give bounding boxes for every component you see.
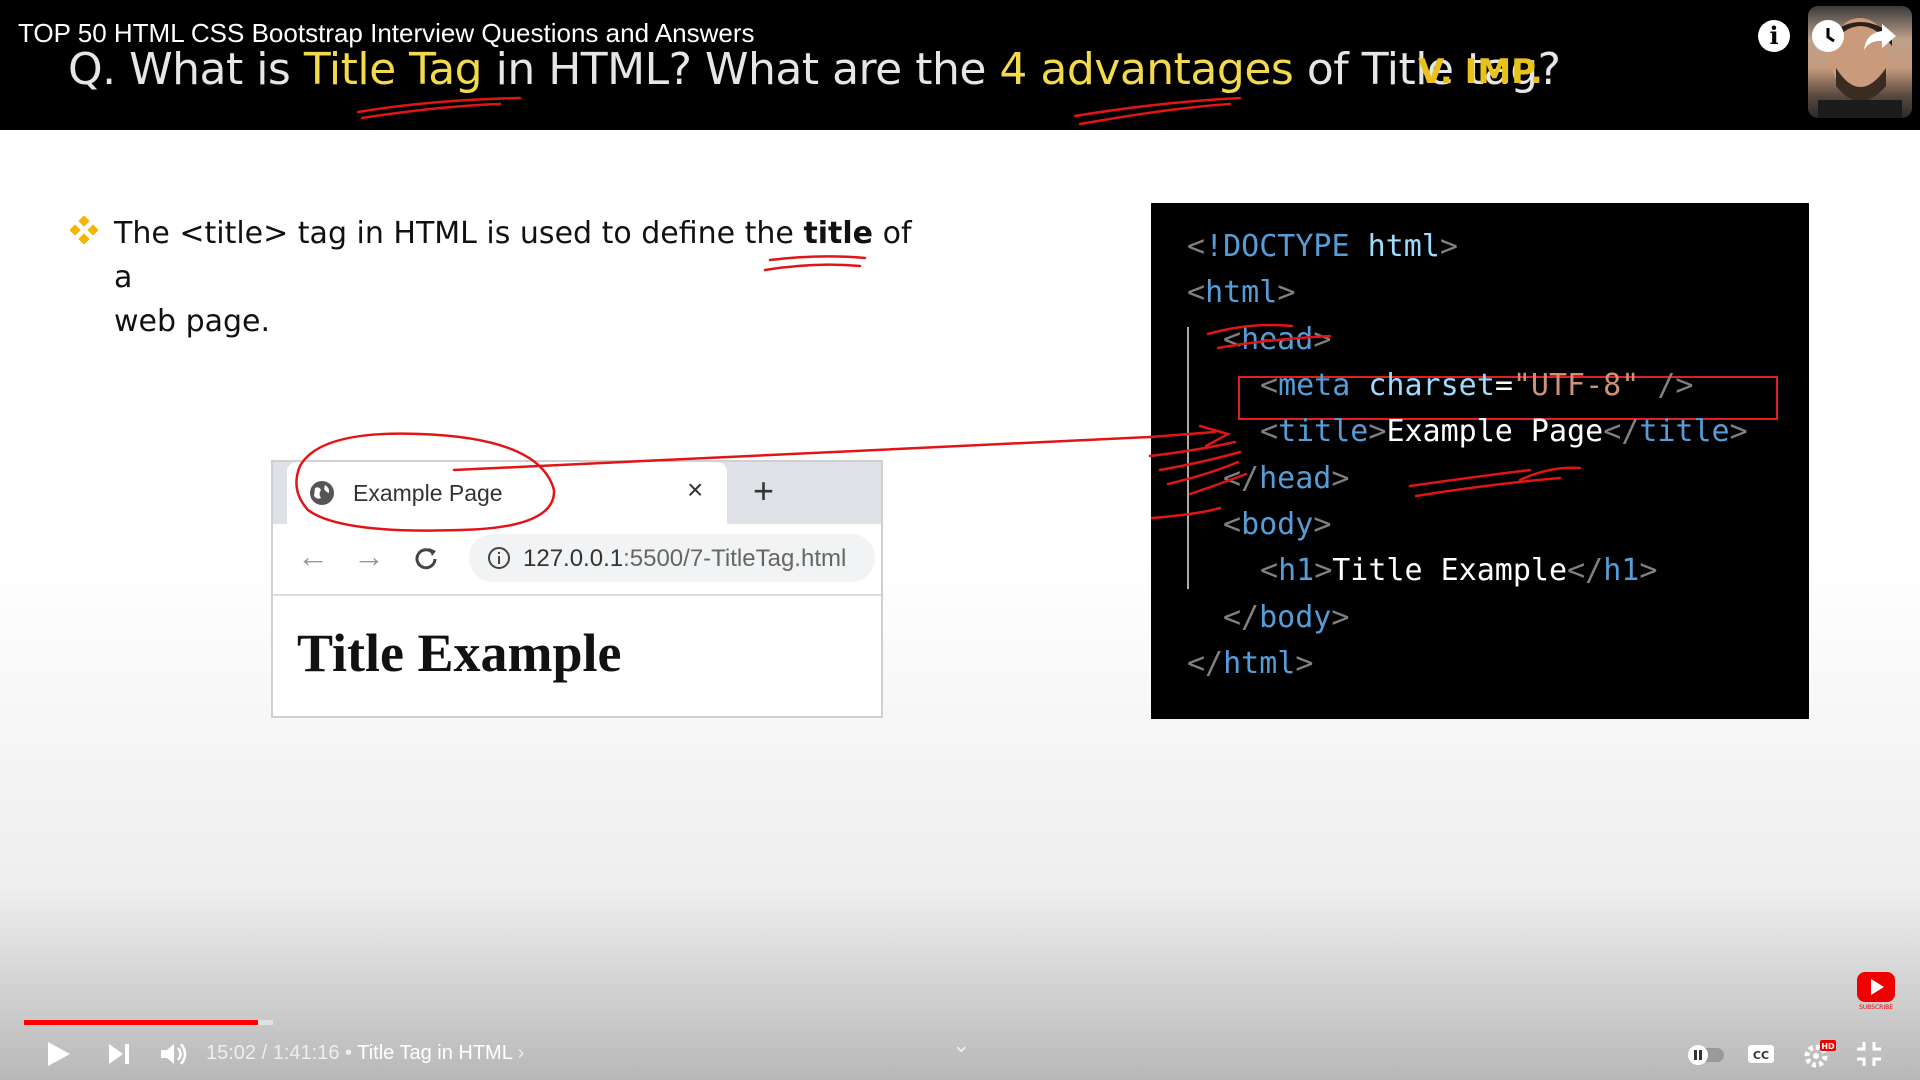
code-line: </html>	[1187, 646, 1314, 681]
duration: 1:41:16	[272, 1042, 340, 1064]
code-panel: <!DOCTYPE html> <html> <head> <meta char…	[1151, 203, 1809, 719]
question-highlight: Title Tag	[303, 44, 483, 95]
url-host: 127.0.0.1	[523, 545, 624, 572]
indent-guide	[1187, 327, 1189, 589]
bullet-text-part: The <title> tag in HTML is used to defin…	[114, 216, 804, 251]
plus-icon: +	[753, 470, 775, 511]
slide-content: The <title> tag in HTML is used to defin…	[0, 130, 1920, 1080]
bullet-bold-word: title	[803, 216, 874, 251]
autoplay-toggle-icon[interactable]	[1686, 1038, 1726, 1070]
reload-icon	[415, 548, 437, 570]
code-line: <h1>Title Example</h1>	[1260, 553, 1658, 588]
chevron-down-icon[interactable]: ⌄	[952, 1032, 970, 1058]
volume-icon[interactable]	[158, 1038, 190, 1070]
page-heading: Title Example	[297, 623, 622, 683]
code-line: <!DOCTYPE html>	[1187, 229, 1458, 264]
svg-text:HD: HD	[1821, 1042, 1835, 1051]
tab-title: Example Page	[353, 480, 503, 506]
current-time: 15:02	[206, 1042, 257, 1064]
progress-fill	[24, 1020, 258, 1025]
bullet-text: The <title> tag in HTML is used to defin…	[114, 212, 914, 344]
info-icon[interactable]: i	[1758, 20, 1790, 52]
svg-text:CC: CC	[1753, 1049, 1769, 1062]
slide-header: TOP 50 HTML CSS Bootstrap Interview Ques…	[0, 0, 1920, 130]
browser-tab: Example Page ×	[287, 462, 727, 524]
globe-icon	[310, 481, 334, 505]
question-part: Q. What is	[68, 44, 304, 95]
question-part: in HTML? What are the	[482, 44, 1000, 95]
seek-bar[interactable]	[24, 1020, 1896, 1025]
code-line: </head>	[1223, 461, 1350, 496]
code-line: <head>	[1223, 322, 1332, 357]
exit-fullscreen-icon[interactable]	[1854, 1038, 1884, 1070]
code-line: <body>	[1223, 507, 1332, 542]
code-line: <html>	[1187, 275, 1296, 310]
play-icon[interactable]	[44, 1038, 74, 1070]
address-bar: 127.0.0.1:5500/7-TitleTag.html	[469, 534, 875, 582]
settings-icon[interactable]: HD	[1802, 1038, 1836, 1070]
url-path: :5500/7-TitleTag.html	[623, 545, 847, 572]
next-icon[interactable]	[106, 1038, 132, 1070]
info-circle-icon	[488, 547, 510, 569]
svg-text:SUBSCRIBE: SUBSCRIBE	[1859, 1004, 1893, 1010]
share-icon[interactable]	[1862, 20, 1898, 52]
time-display: 15:02 / 1:41:16 • Title Tag in HTML ›	[206, 1042, 525, 1064]
browser-toolbar: ← → 127.0.0.1:5500/7-TitleTag.html	[273, 524, 881, 596]
address-url: 127.0.0.1:5500/7-TitleTag.html	[523, 545, 846, 573]
browser-tabstrip: Example Page × +	[273, 462, 881, 524]
importance-label: V. IMP.	[1418, 52, 1543, 92]
subscribe-logo-icon[interactable]: SUBSCRIBE	[1856, 970, 1896, 1010]
back-arrow-icon: ←	[297, 538, 329, 574]
diamond-bullet-icon	[70, 216, 98, 244]
forward-arrow-icon: →	[353, 538, 385, 574]
browser-screenshot: Example Page × + ← → 127.0.0.1:5500/7-Ti…	[271, 460, 883, 718]
captions-icon[interactable]: CC	[1746, 1038, 1776, 1070]
clock-icon[interactable]	[1812, 20, 1844, 52]
bullet-text-part: web page.	[114, 304, 271, 339]
code-line: </body>	[1223, 600, 1350, 635]
close-icon: ×	[687, 474, 704, 505]
code-line: <meta charset="UTF-8" />	[1260, 368, 1694, 403]
code-line: <title>Example Page</title>	[1260, 414, 1748, 449]
question-highlight: 4 advantages	[999, 44, 1294, 95]
chapter-title[interactable]: Title Tag in HTML	[357, 1042, 512, 1064]
question-heading: Q. What is Title Tag in HTML? What are t…	[68, 44, 1561, 95]
